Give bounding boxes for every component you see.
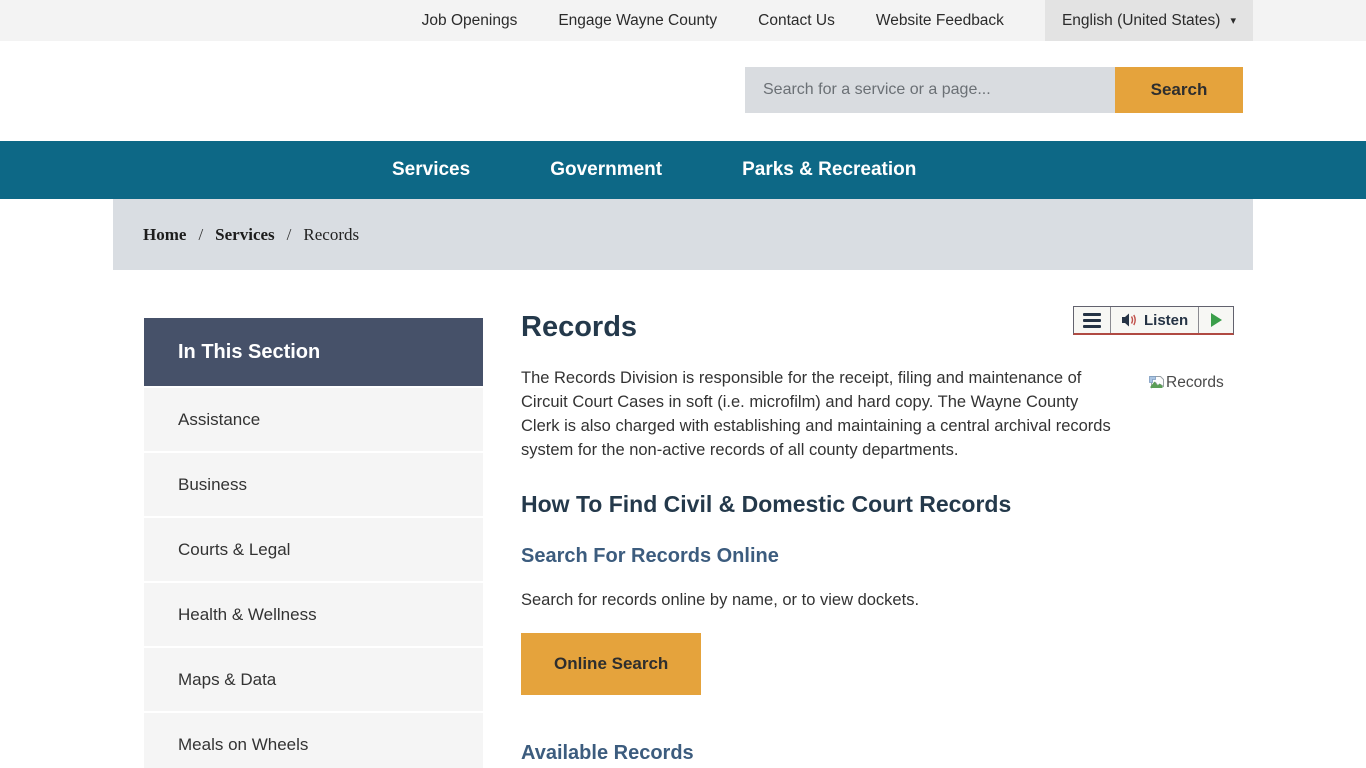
sidebar-item-assistance[interactable]: Assistance <box>144 388 483 451</box>
main-navigation: Services Government Parks & Recreation <box>0 141 1366 199</box>
sidebar-item-health-wellness[interactable]: Health & Wellness <box>144 583 483 646</box>
section-heading: How To Find Civil & Domestic Court Recor… <box>521 491 1011 518</box>
breadcrumb-home[interactable]: Home <box>143 225 186 245</box>
topbar-link-engage-wayne-county[interactable]: Engage Wayne County <box>558 12 717 30</box>
header-search-group: Search <box>745 67 1243 113</box>
listen-label: Listen <box>1144 312 1188 329</box>
page: Job Openings Engage Wayne County Contact… <box>0 0 1366 768</box>
nav-item-parks-recreation[interactable]: Parks & Recreation <box>742 159 916 181</box>
listen-menu-button[interactable] <box>1074 307 1111 333</box>
top-utility-bar: Job Openings Engage Wayne County Contact… <box>0 0 1366 41</box>
broken-image-icon <box>1148 375 1165 392</box>
search-button[interactable]: Search <box>1115 67 1243 113</box>
image-alt-text: Records <box>1166 374 1224 392</box>
menu-icon <box>1083 313 1101 316</box>
listen-widget: Listen <box>1073 306 1234 335</box>
topbar-link-job-openings[interactable]: Job Openings <box>422 12 518 30</box>
play-icon <box>1211 313 1222 327</box>
page-title: Records <box>521 311 637 344</box>
listen-button[interactable]: Listen <box>1111 307 1198 333</box>
sidebar-item-maps-data[interactable]: Maps & Data <box>144 648 483 711</box>
nav-item-services[interactable]: Services <box>392 159 470 181</box>
sidebar-item-business[interactable]: Business <box>144 453 483 516</box>
breadcrumb-current-records: Records <box>303 225 359 245</box>
online-search-button[interactable]: Online Search <box>521 633 701 695</box>
speaker-icon <box>1121 312 1138 328</box>
listen-play-button[interactable] <box>1198 307 1233 333</box>
breadcrumb-separator: / <box>287 225 292 245</box>
language-selector-label: English (United States) <box>1062 12 1221 30</box>
nav-item-government[interactable]: Government <box>550 159 662 181</box>
language-selector[interactable]: English (United States) ▾ <box>1045 0 1253 41</box>
topbar-link-contact-us[interactable]: Contact Us <box>758 12 835 30</box>
sidebar-item-meals-on-wheels[interactable]: Meals on Wheels <box>144 713 483 768</box>
search-input[interactable] <box>745 67 1115 113</box>
search-description: Search for records online by name, or to… <box>521 591 919 610</box>
breadcrumb-separator: / <box>198 225 203 245</box>
breadcrumb: Home / Services / Records <box>113 199 1253 270</box>
sub-heading-search-online: Search For Records Online <box>521 545 779 568</box>
chevron-down-icon: ▾ <box>1230 14 1236 27</box>
sub-heading-available-records: Available Records <box>521 742 694 765</box>
section-sidebar: In This Section Assistance Business Cour… <box>144 318 483 768</box>
sidebar-title: In This Section <box>144 318 483 386</box>
breadcrumb-services[interactable]: Services <box>215 225 274 245</box>
records-image-broken: Records <box>1148 374 1224 392</box>
intro-paragraph: The Records Division is responsible for … <box>521 366 1118 462</box>
topbar-link-website-feedback[interactable]: Website Feedback <box>876 12 1004 30</box>
sidebar-item-courts-legal[interactable]: Courts & Legal <box>144 518 483 581</box>
